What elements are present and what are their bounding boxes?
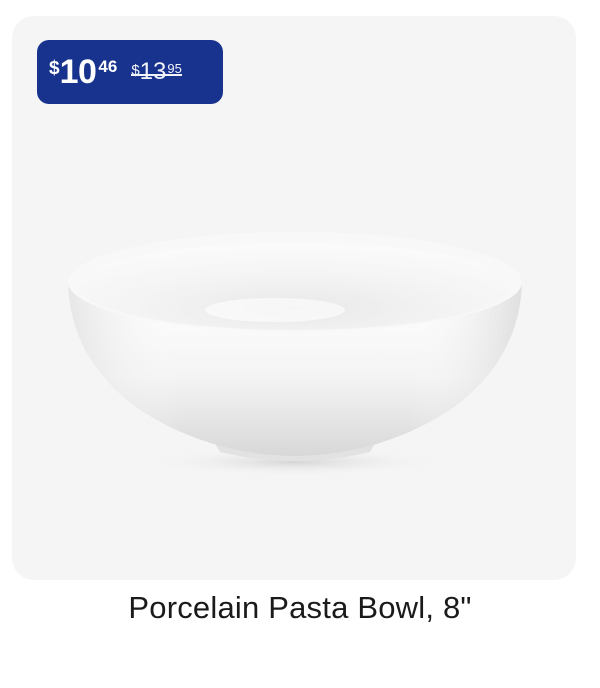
- product-title[interactable]: Porcelain Pasta Bowl, 8": [0, 590, 600, 626]
- price-badge: $ 10 46 $ 13 95: [37, 40, 223, 104]
- sale-price-dollars: 10: [59, 53, 97, 91]
- bowl-image: [68, 232, 522, 476]
- sale-price-cents: 46: [98, 57, 118, 76]
- original-price-dollars: 13: [139, 58, 167, 85]
- sale-price: $ 10 46: [49, 55, 117, 89]
- original-price: $ 13 95: [131, 60, 182, 84]
- product-card[interactable]: $ 10 46 $ 13 95 Porcelain Pasta Bowl, 8": [0, 0, 600, 688]
- sale-price-currency: $: [49, 58, 60, 79]
- strikethrough-line: [131, 74, 182, 76]
